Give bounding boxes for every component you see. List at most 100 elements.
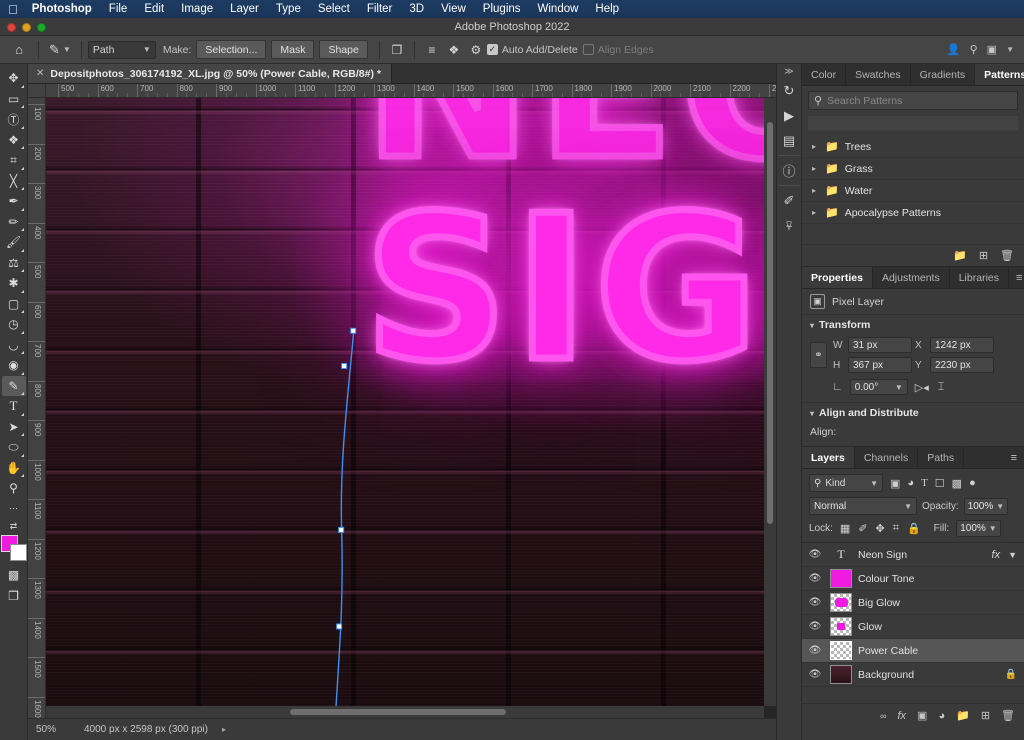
tool-path-selection[interactable]: ➤ <box>2 417 26 438</box>
auto-add-delete-checkbox[interactable]: ✓ <box>487 44 498 55</box>
tool-object-selection[interactable]: ❖ <box>2 130 26 151</box>
share-person-icon[interactable]: 👤 <box>947 43 961 56</box>
path-operations-icon[interactable]: ❐ <box>386 40 408 60</box>
fill-input[interactable]: 100% ▼ <box>956 520 1001 537</box>
panel-menu-icon[interactable]: ≡ <box>1009 267 1024 288</box>
tool-hand[interactable]: ✋ <box>2 458 26 479</box>
tab-channels[interactable]: Channels <box>855 447 918 468</box>
layer-visibility-toggle[interactable]: 👁 <box>806 549 824 560</box>
lock-transparent-pixels-icon[interactable]: ▦ <box>840 522 850 535</box>
lock-position-icon[interactable]: ✥ <box>876 522 885 535</box>
chevron-down-icon[interactable]: ▼ <box>1006 45 1014 54</box>
tool-zoom[interactable]: ⚲ <box>2 478 26 499</box>
chevron-right-icon[interactable]: ▸ <box>812 164 819 173</box>
tool-spot-healing-brush[interactable]: ✏ <box>2 212 26 233</box>
tool-eraser[interactable]: ▢ <box>2 294 26 315</box>
table-row[interactable]: 👁 Big Glow <box>802 591 1024 615</box>
background-color-swatch[interactable] <box>10 544 27 561</box>
path-arrangement-icon[interactable]: ❖ <box>443 40 465 60</box>
tool-pen[interactable]: ✎ <box>2 376 26 397</box>
chevron-right-icon[interactable]: ▸ <box>812 208 819 217</box>
table-row[interactable]: 👁 Colour Tone <box>802 567 1024 591</box>
table-row[interactable]: 👁 Power Cable <box>802 639 1024 663</box>
tool-clone-stamp[interactable]: ⚖ <box>2 253 26 274</box>
chevron-right-icon[interactable]: ▸ <box>222 725 226 734</box>
chevron-right-icon[interactable]: ▸ <box>812 142 819 151</box>
menu-edit[interactable]: Edit <box>144 3 164 15</box>
adjustments-icon[interactable]: ⍫ <box>777 213 801 238</box>
width-input[interactable]: 31 px <box>848 337 912 353</box>
filter-smart-object-icon[interactable]: ▩ <box>952 477 962 490</box>
tab-gradients[interactable]: Gradients <box>911 64 976 85</box>
new-layer-icon[interactable]: ⊞ <box>981 709 990 722</box>
layer-filter-kind-select[interactable]: ⚲ Kind ▼ <box>809 474 883 492</box>
tab-paths[interactable]: Paths <box>918 447 964 468</box>
tool-type[interactable]: T <box>2 396 26 417</box>
menu-image[interactable]: Image <box>181 3 213 15</box>
layer-name[interactable]: Glow <box>858 621 1024 633</box>
image-canvas[interactable]: NEON SIGN <box>46 98 764 706</box>
info-icon[interactable]: ⓘ <box>777 158 801 183</box>
make-mask-button[interactable]: Mask <box>271 40 314 59</box>
filter-pixel-icon[interactable]: ▣ <box>890 477 900 490</box>
document-tab[interactable]: ✕ Depositphotos_306174192_XL.jpg @ 50% (… <box>28 64 392 83</box>
tool-preset-picker[interactable]: ✎ ▼ <box>45 42 75 58</box>
tool-mode-select[interactable]: Path ▼ <box>88 41 156 59</box>
blend-mode-select[interactable]: Normal ▼ <box>809 497 917 515</box>
link-dimensions-icon[interactable]: ⚭ <box>810 342 827 368</box>
link-layers-icon[interactable]: ∞ <box>880 711 886 721</box>
close-icon[interactable]: ✕ <box>36 68 44 79</box>
tool-gradient[interactable]: ◷ <box>2 314 26 335</box>
layer-visibility-toggle[interactable]: 👁 <box>806 621 824 632</box>
flip-horizontal-icon[interactable]: ▷◂ <box>915 381 929 394</box>
layer-visibility-toggle[interactable]: 👁 <box>806 597 824 608</box>
chevron-down-icon[interactable]: ▼ <box>1008 550 1017 560</box>
canvas-horizontal-scrollbar[interactable] <box>46 706 764 718</box>
tool-blur[interactable]: ◡ <box>2 335 26 356</box>
screen-mode-icon[interactable]: ❐ <box>2 586 26 607</box>
layer-name[interactable]: Neon Sign <box>858 549 986 561</box>
tool-eyedropper[interactable]: ✒ <box>2 191 26 212</box>
layer-fx-badge[interactable]: fx <box>992 549 1001 561</box>
layer-name[interactable]: Big Glow <box>858 597 1024 609</box>
layer-visibility-toggle[interactable]: 👁 <box>806 573 824 584</box>
pattern-folder-apocalypse[interactable]: ▸ 📁 Apocalypse Patterns <box>802 202 1024 224</box>
menu-filter[interactable]: Filter <box>367 3 393 15</box>
menu-help[interactable]: Help <box>595 3 619 15</box>
delete-pattern-icon[interactable]: 🗑 <box>1000 249 1014 262</box>
pattern-folder-grass[interactable]: ▸ 📁 Grass <box>802 158 1024 180</box>
tool-crop[interactable]: ⌗ <box>2 150 26 171</box>
table-row[interactable]: 👁 T Neon Sign fx ▼ <box>802 543 1024 567</box>
zoom-level[interactable]: 50% <box>36 724 70 735</box>
chevron-right-icon[interactable]: ▸ <box>812 186 819 195</box>
align-edges-checkbox[interactable] <box>583 44 594 55</box>
tab-patterns[interactable]: Patterns <box>975 64 1024 85</box>
filter-shape-icon[interactable]: ☐ <box>935 477 945 490</box>
tab-adjustments[interactable]: Adjustments <box>873 267 950 288</box>
history-icon[interactable]: ↻ <box>777 78 801 103</box>
new-pattern-icon[interactable]: ⊞ <box>979 249 988 262</box>
lock-all-icon[interactable]: 🔒 <box>1005 669 1017 680</box>
home-icon[interactable]: ⌂ <box>6 42 32 57</box>
lock-artboard-nesting-icon[interactable]: ⌗ <box>893 522 899 535</box>
x-input[interactable]: 1242 px <box>930 337 994 353</box>
tool-rectangular-marquee[interactable]: ▭ <box>2 89 26 110</box>
layer-style-fx-icon[interactable]: fx <box>897 710 906 722</box>
actions-play-icon[interactable]: ▶ <box>777 103 801 128</box>
tool-edit-toolbar-more[interactable]: ⋯ <box>2 499 26 520</box>
tab-libraries[interactable]: Libraries <box>950 267 1009 288</box>
tool-frame[interactable]: ╳ <box>2 171 26 192</box>
menu-file[interactable]: File <box>109 3 128 15</box>
workspace-switcher-icon[interactable]: ▣ <box>987 43 997 56</box>
filter-adjustment-icon[interactable]: ◕ <box>907 477 914 489</box>
layer-name[interactable]: Colour Tone <box>858 573 1024 585</box>
table-row[interactable]: 👁 Background 🔒 <box>802 663 1024 687</box>
tool-lasso[interactable]: Ⓣ <box>2 109 26 130</box>
lock-image-pixels-icon[interactable]: ✐ <box>858 522 867 535</box>
tool-dodge[interactable]: ◉ <box>2 355 26 376</box>
panel-menu-icon[interactable]: ≡ <box>1004 447 1024 468</box>
layer-visibility-toggle[interactable]: 👁 <box>806 645 824 656</box>
make-shape-button[interactable]: Shape <box>319 40 367 59</box>
pattern-folder-water[interactable]: ▸ 📁 Water <box>802 180 1024 202</box>
pattern-folder-trees[interactable]: ▸ 📁 Trees <box>802 136 1024 158</box>
